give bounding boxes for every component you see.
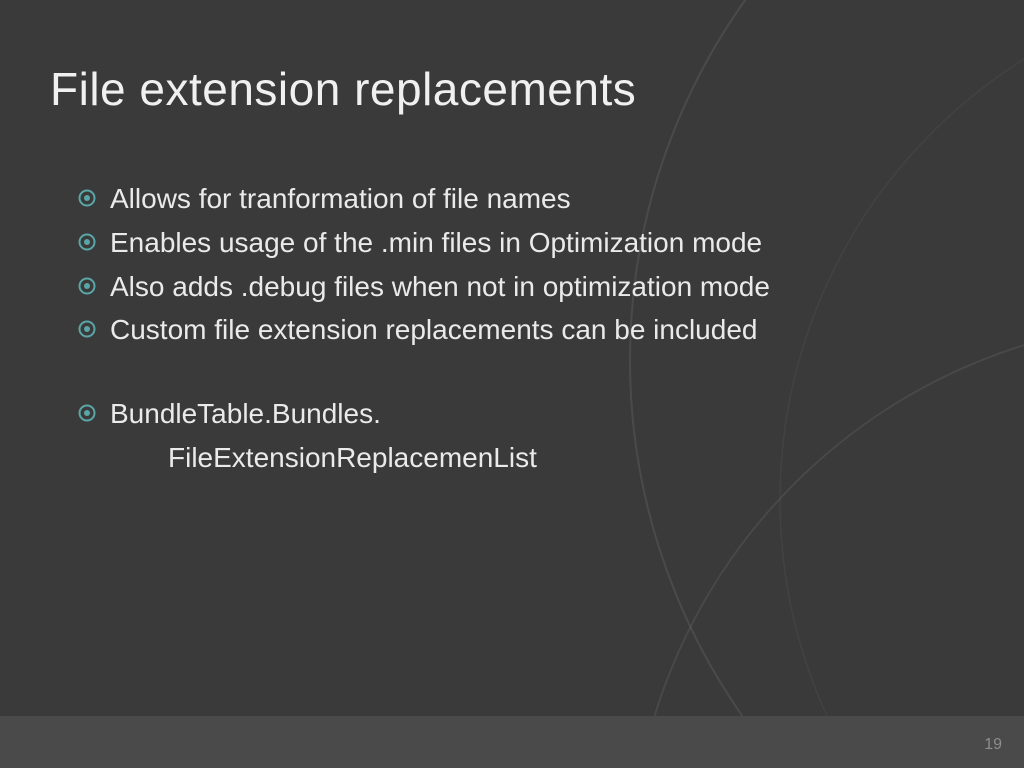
footer-band	[0, 716, 1024, 768]
bullet-target-icon	[78, 233, 96, 251]
bullet-item: Allows for tranformation of file names	[78, 180, 964, 218]
bullet-text: Enables usage of the .min files in Optim…	[110, 224, 762, 262]
bullet-target-icon	[78, 277, 96, 295]
bullet-target-icon	[78, 320, 96, 338]
bullet-target-icon	[78, 404, 96, 422]
slide: File extension replacements Allows for t…	[0, 0, 1024, 768]
slide-content: Allows for tranformation of file names E…	[78, 180, 964, 477]
slide-title: File extension replacements	[50, 62, 636, 116]
bullet-text: Custom file extension replacements can b…	[110, 311, 757, 349]
bullet-item: Also adds .debug files when not in optim…	[78, 268, 964, 306]
page-number: 19	[984, 736, 1002, 754]
bullet-subtext: FileExtensionReplacemenList	[168, 439, 964, 477]
bullet-item: BundleTable.Bundles.	[78, 395, 964, 433]
bullet-text: Also adds .debug files when not in optim…	[110, 268, 770, 306]
bullet-text: Allows for tranformation of file names	[110, 180, 571, 218]
bullet-item: Enables usage of the .min files in Optim…	[78, 224, 964, 262]
bullet-target-icon	[78, 189, 96, 207]
bullet-text: BundleTable.Bundles.	[110, 395, 381, 433]
bullet-item: Custom file extension replacements can b…	[78, 311, 964, 349]
spacer	[78, 355, 964, 395]
